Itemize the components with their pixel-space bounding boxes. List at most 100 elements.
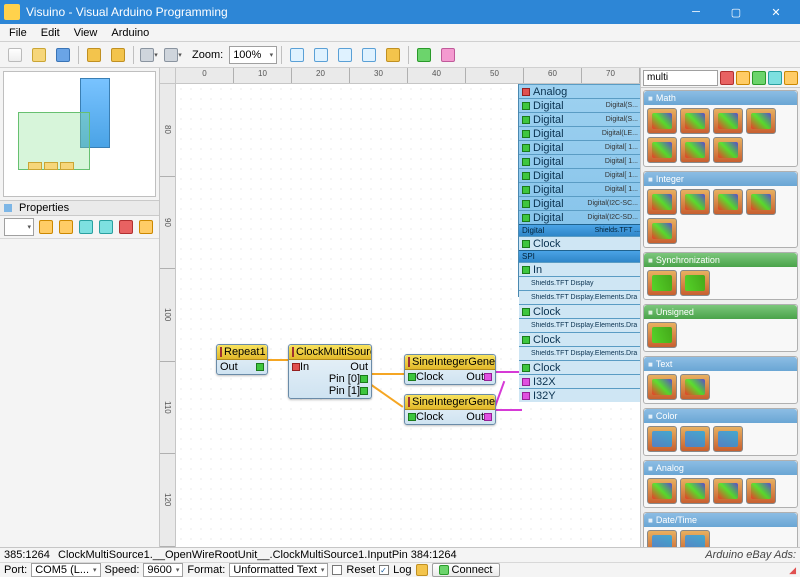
component-thumbnail[interactable] bbox=[680, 426, 710, 452]
properties-grid[interactable] bbox=[0, 238, 159, 547]
search-option-button[interactable] bbox=[784, 71, 798, 85]
props-sort-button[interactable] bbox=[57, 217, 74, 237]
upload-button[interactable] bbox=[413, 45, 435, 65]
props-help-button[interactable] bbox=[138, 217, 155, 237]
menu-file[interactable]: File bbox=[2, 25, 34, 41]
board-pin-row[interactable]: DigitalDigital[ 1... bbox=[519, 182, 640, 196]
search-option-button[interactable] bbox=[736, 71, 750, 85]
log-icon[interactable] bbox=[416, 564, 428, 576]
component-thumbnail[interactable] bbox=[647, 478, 677, 504]
board-pin-row[interactable]: Analog bbox=[519, 84, 640, 98]
pan-button[interactable] bbox=[358, 45, 380, 65]
palette-search-input[interactable] bbox=[643, 70, 718, 86]
output-pin[interactable] bbox=[360, 375, 368, 383]
arduino-board[interactable]: AnalogDigitalDigital(S...DigitalDigital(… bbox=[518, 84, 640, 297]
board-pin-row[interactable]: DigitalDigital[ 1... bbox=[519, 140, 640, 154]
design-canvas[interactable]: Repeat1 Out ClockMultiSource1 InOut Pin … bbox=[176, 84, 640, 547]
table-button[interactable] bbox=[83, 45, 105, 65]
board-tft-row[interactable]: Shields.TFT Display.Elements.Dra bbox=[519, 318, 640, 332]
component-thumbnail[interactable] bbox=[713, 189, 743, 215]
node-repeat1[interactable]: Repeat1 Out bbox=[216, 344, 268, 375]
component-thumbnail[interactable] bbox=[647, 270, 677, 296]
component-thumbnail[interactable] bbox=[680, 478, 710, 504]
clear-search-button[interactable] bbox=[720, 71, 734, 85]
component-thumbnail[interactable] bbox=[647, 374, 677, 400]
component-thumbnail[interactable] bbox=[680, 374, 710, 400]
board-tft-row[interactable]: Shields.TFT Display.Elements.Dra bbox=[519, 290, 640, 304]
component-thumbnail[interactable] bbox=[680, 270, 710, 296]
board-button[interactable] bbox=[437, 45, 459, 65]
menu-arduino[interactable]: Arduino bbox=[104, 25, 156, 41]
resize-grip[interactable]: ◢ bbox=[789, 565, 796, 576]
connect-button[interactable]: Connect bbox=[432, 563, 500, 577]
search-option-button[interactable] bbox=[768, 71, 782, 85]
component-thumbnail[interactable] bbox=[647, 530, 677, 547]
props-filter-button[interactable] bbox=[77, 217, 94, 237]
output-pin[interactable] bbox=[484, 413, 492, 421]
component-thumbnail[interactable] bbox=[647, 108, 677, 134]
open-button[interactable] bbox=[28, 45, 50, 65]
palette-group-header[interactable]: Math bbox=[644, 91, 797, 105]
board-clock-row[interactable]: Clock bbox=[519, 236, 640, 250]
component-thumbnail[interactable] bbox=[647, 189, 677, 215]
new-button[interactable] bbox=[4, 45, 26, 65]
props-expand-button[interactable] bbox=[98, 217, 115, 237]
component-thumbnail[interactable] bbox=[713, 478, 743, 504]
port-combo[interactable]: COM5 (L...▾ bbox=[31, 563, 100, 577]
snap-button[interactable] bbox=[382, 45, 404, 65]
zoom-in-button[interactable] bbox=[286, 45, 308, 65]
board-section-spi[interactable]: SPI bbox=[519, 250, 640, 262]
board-pin-row[interactable]: DigitalDigital(S... bbox=[519, 112, 640, 126]
input-pin[interactable] bbox=[408, 373, 416, 381]
board-clock-row[interactable]: Clock bbox=[519, 332, 640, 346]
properties-object-combo[interactable]: ▾ bbox=[4, 218, 34, 236]
grid-button[interactable] bbox=[107, 45, 129, 65]
node-sineintegergenerator2[interactable]: SineIntegerGenerator2 ClockOut bbox=[404, 394, 496, 425]
component-thumbnail[interactable] bbox=[680, 137, 710, 163]
component-thumbnail[interactable] bbox=[647, 218, 677, 244]
palette-group-header[interactable]: Analog bbox=[644, 461, 797, 475]
input-pin[interactable] bbox=[408, 413, 416, 421]
palette-group-header[interactable]: Color bbox=[644, 409, 797, 423]
board-pin-row[interactable]: DigitalDigital[ 1... bbox=[519, 154, 640, 168]
input-pin[interactable] bbox=[292, 363, 300, 371]
wire[interactable] bbox=[492, 371, 522, 373]
board-pin-row[interactable]: DigitalDigital(I2C-SD... bbox=[519, 210, 640, 224]
output-pin[interactable] bbox=[256, 363, 264, 371]
palette-group-header[interactable]: Date/Time bbox=[644, 513, 797, 527]
palette-group-header[interactable]: Integer bbox=[644, 172, 797, 186]
node-sineintegergenerator1[interactable]: SineIntegerGenerator1 ClockOut bbox=[404, 354, 496, 385]
undo-button[interactable]: ▾ bbox=[138, 45, 160, 65]
component-thumbnail[interactable] bbox=[680, 108, 710, 134]
palette-group-header[interactable]: Synchronization bbox=[644, 253, 797, 267]
menu-view[interactable]: View bbox=[67, 25, 105, 41]
menu-edit[interactable]: Edit bbox=[34, 25, 67, 41]
output-pin[interactable] bbox=[484, 373, 492, 381]
board-clock-row[interactable]: Clock bbox=[519, 304, 640, 318]
board-section-digital[interactable]: DigitalShields.TFT ... bbox=[519, 224, 640, 236]
component-thumbnail[interactable] bbox=[713, 426, 743, 452]
minimize-button[interactable]: ─ bbox=[676, 0, 716, 24]
board-pin-row[interactable]: DigitalDigital(S... bbox=[519, 98, 640, 112]
board-x-row[interactable]: I32X bbox=[519, 374, 640, 388]
board-tft-row[interactable]: Shields.TFT Display.Elements.Dra bbox=[519, 346, 640, 360]
board-in-row[interactable]: In bbox=[519, 262, 640, 276]
output-pin[interactable] bbox=[360, 387, 368, 395]
board-y-row[interactable]: I32Y bbox=[519, 388, 640, 402]
palette-group-header[interactable]: Text bbox=[644, 357, 797, 371]
reset-checkbox[interactable] bbox=[332, 565, 342, 575]
board-pin-row[interactable]: DigitalDigital[ 1... bbox=[519, 168, 640, 182]
maximize-button[interactable]: ▢ bbox=[716, 0, 756, 24]
zoom-combo[interactable]: 100% ▾ bbox=[229, 46, 277, 64]
wire[interactable] bbox=[369, 383, 403, 408]
zoom-out-button[interactable] bbox=[310, 45, 332, 65]
log-checkbox[interactable] bbox=[379, 565, 389, 575]
redo-button[interactable]: ▾ bbox=[162, 45, 184, 65]
board-clock-row[interactable]: Clock bbox=[519, 360, 640, 374]
board-pin-row[interactable]: DigitalDigital(LE... bbox=[519, 126, 640, 140]
component-thumbnail[interactable] bbox=[647, 137, 677, 163]
zoom-fit-button[interactable] bbox=[334, 45, 356, 65]
node-clockmultisource1[interactable]: ClockMultiSource1 InOut Pin [0] Pin [1] bbox=[288, 344, 372, 399]
component-thumbnail[interactable] bbox=[746, 478, 776, 504]
component-thumbnail[interactable] bbox=[713, 108, 743, 134]
